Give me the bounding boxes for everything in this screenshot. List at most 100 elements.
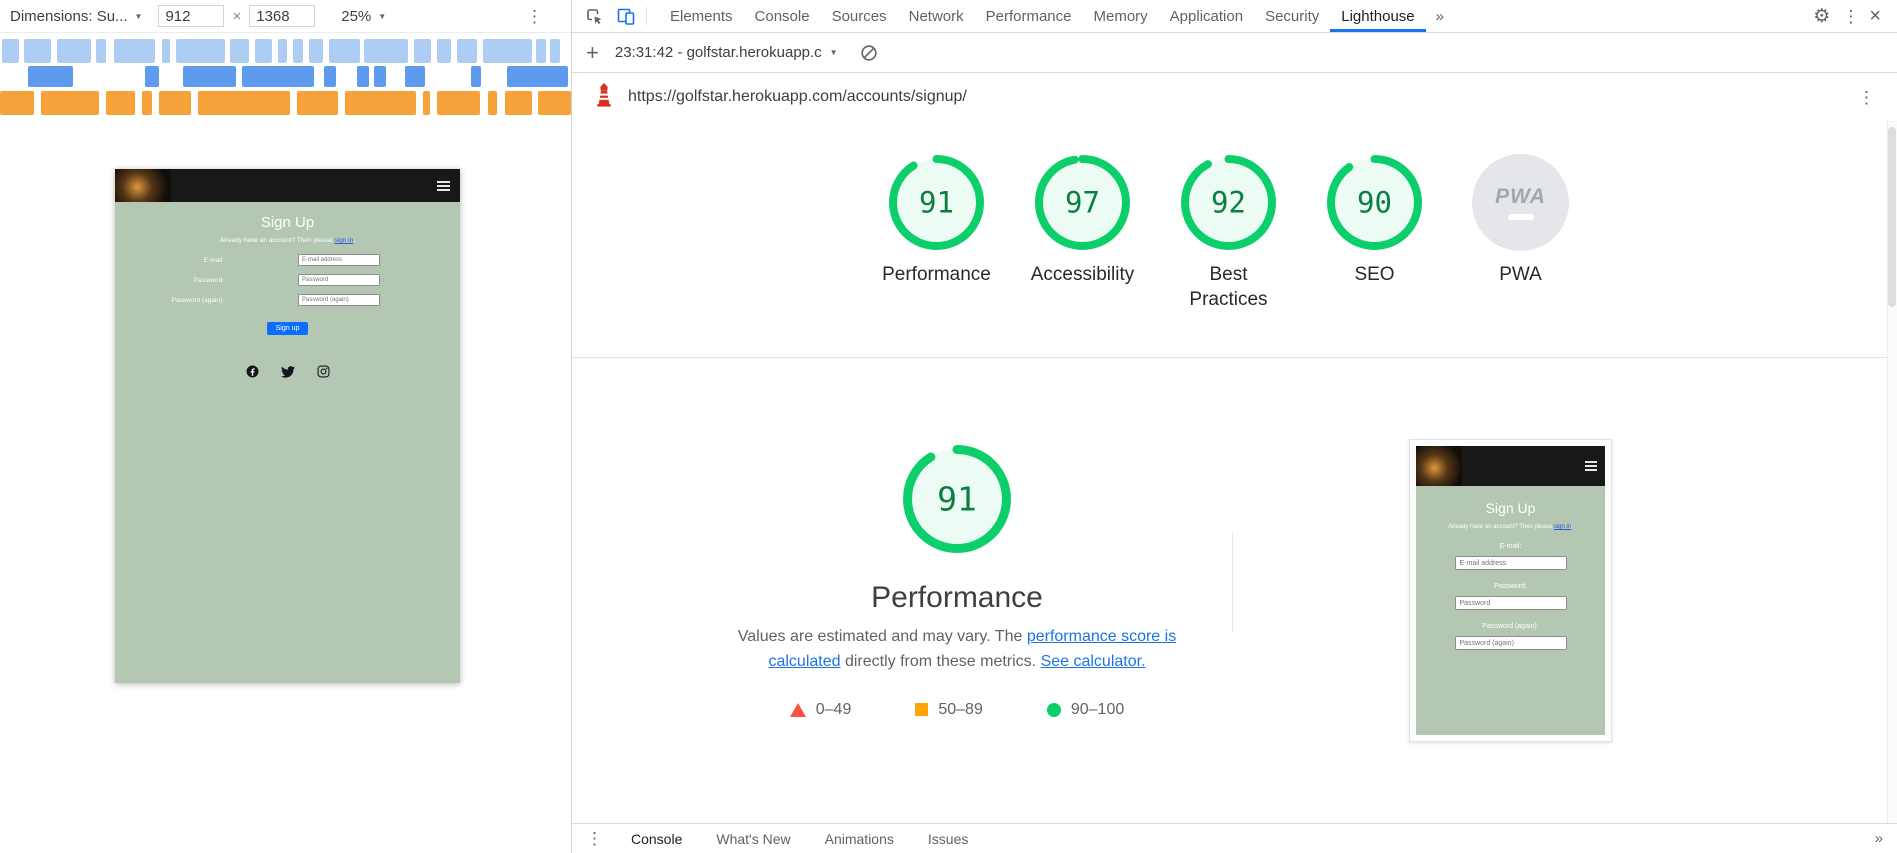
media-query-bar[interactable] [504, 91, 532, 115]
drawer-more-icon[interactable]: » [1871, 830, 1887, 847]
hamburger-menu-icon[interactable] [437, 184, 450, 187]
signin-link[interactable]: sign in [334, 237, 353, 244]
see-calculator-link[interactable]: See calculator. [1041, 653, 1146, 670]
signin-prompt: Already have an account? Then please sig… [115, 237, 460, 244]
password-again--input[interactable]: Password (again) [298, 294, 380, 306]
media-query-bar[interactable] [96, 39, 107, 63]
session-select[interactable]: 23:31:42 - golfstar.herokuapp.c ▼ [615, 44, 838, 61]
tab-console[interactable]: Console [744, 0, 821, 32]
clear-audits-icon[interactable] [854, 44, 884, 62]
media-query-bar[interactable] [538, 91, 571, 115]
performance-score-gauge[interactable]: 91 [902, 444, 1012, 559]
media-query-bar[interactable] [364, 39, 408, 63]
media-query-bar[interactable] [56, 39, 92, 63]
drawer-tab-what-s-new[interactable]: What's New [702, 831, 804, 847]
media-query-bar[interactable] [2, 39, 20, 63]
device-toolbar-menu-icon[interactable]: ⋮ [522, 6, 547, 27]
social-links [115, 365, 460, 378]
pwa-dash-icon [1507, 214, 1534, 220]
tab-application[interactable]: Application [1159, 0, 1254, 32]
tab-lighthouse[interactable]: Lighthouse [1330, 0, 1426, 32]
facebook-icon[interactable] [246, 365, 259, 378]
dimensions-label: Dimensions: Su... [10, 7, 128, 25]
media-query-bar[interactable] [405, 66, 425, 87]
inspect-element-icon[interactable] [578, 6, 610, 26]
media-query-bar[interactable] [374, 66, 386, 87]
media-query-bar[interactable] [293, 39, 304, 63]
media-query-bar[interactable] [113, 39, 155, 63]
brand-photo[interactable] [115, 169, 171, 202]
signup-button[interactable]: Sign up [266, 322, 309, 335]
tab-elements[interactable]: Elements [659, 0, 744, 32]
media-query-bar[interactable] [507, 66, 568, 87]
media-query-bar[interactable] [277, 39, 288, 63]
drawer-tab-animations[interactable]: Animations [811, 831, 908, 847]
media-query-bar[interactable] [536, 39, 546, 63]
instagram-icon[interactable] [317, 365, 330, 378]
emulated-navbar [115, 169, 460, 202]
legend-range-label: 50–89 [938, 700, 983, 718]
media-query-bar[interactable] [241, 66, 315, 87]
category-gauge-performance[interactable]: 91 Performance [877, 154, 997, 312]
media-query-bar[interactable] [487, 91, 498, 115]
media-query-bar[interactable] [550, 39, 561, 63]
width-input[interactable] [158, 5, 225, 27]
media-query-bar[interactable] [457, 39, 477, 63]
scrollbar-thumb[interactable] [1888, 127, 1896, 307]
media-query-bar[interactable] [41, 91, 99, 115]
device-toolbar-toggle-icon[interactable] [610, 6, 642, 26]
drawer-tab-console[interactable]: Console [617, 831, 696, 847]
e-mail--input[interactable]: E-mail address [298, 254, 380, 266]
media-query-bar[interactable] [27, 66, 73, 87]
category-gauge-seo[interactable]: 90 SEO [1315, 154, 1435, 312]
media-query-bar[interactable] [161, 39, 171, 63]
media-query-bar[interactable] [422, 91, 430, 115]
settings-gear-icon[interactable]: ⚙ [1805, 5, 1838, 28]
drawer-tab-issues[interactable]: Issues [914, 831, 982, 847]
media-query-bar[interactable] [254, 39, 272, 63]
category-gauge-pwa[interactable]: PWA PWA [1461, 154, 1581, 312]
pwa-badge: PWA [1472, 154, 1569, 251]
chevron-down-icon: ▼ [378, 11, 387, 21]
media-query-bar[interactable] [345, 91, 416, 115]
devtools-menu-icon[interactable]: ⋮ [1838, 6, 1863, 27]
media-query-bar[interactable] [483, 39, 532, 63]
drawer-menu-icon[interactable]: ⋮ [582, 828, 607, 849]
media-query-bar[interactable] [142, 91, 152, 115]
tab-memory[interactable]: Memory [1083, 0, 1159, 32]
tab-security[interactable]: Security [1254, 0, 1330, 32]
report-scrollbar[interactable] [1887, 121, 1897, 823]
height-input[interactable] [249, 5, 316, 27]
new-audit-button[interactable]: + [586, 41, 599, 64]
media-query-bar[interactable] [183, 66, 237, 87]
tab-network[interactable]: Network [898, 0, 975, 32]
media-query-bar[interactable] [471, 66, 481, 87]
report-menu-icon[interactable]: ⋮ [1854, 87, 1879, 108]
zoom-select[interactable]: 25% ▼ [341, 8, 386, 25]
tab-performance[interactable]: Performance [975, 0, 1083, 32]
media-query-bar[interactable] [176, 39, 225, 63]
media-query-bar[interactable] [296, 91, 339, 115]
twitter-icon[interactable] [280, 365, 295, 378]
password--input[interactable]: Password [298, 274, 380, 286]
more-tabs-icon[interactable]: » [1426, 8, 1454, 25]
media-query-bar[interactable] [159, 91, 191, 115]
tab-sources[interactable]: Sources [821, 0, 898, 32]
category-gauge-best-practices[interactable]: 92 Best Practices [1169, 154, 1289, 312]
media-query-bar[interactable] [229, 39, 249, 63]
media-query-bar[interactable] [436, 91, 481, 115]
media-query-bar[interactable] [357, 66, 370, 87]
media-query-bar[interactable] [198, 91, 291, 115]
dimensions-select[interactable]: Dimensions: Su... ▼ [10, 8, 142, 25]
category-gauge-accessibility[interactable]: 97 Accessibility [1023, 154, 1143, 312]
media-query-bar[interactable] [413, 39, 432, 63]
media-query-bar[interactable] [329, 39, 360, 63]
media-query-bar[interactable] [308, 39, 324, 63]
media-query-bar[interactable] [145, 66, 160, 87]
media-query-bar[interactable] [106, 91, 136, 115]
close-devtools-icon[interactable]: × [1863, 6, 1891, 26]
media-query-bar[interactable] [436, 39, 452, 63]
media-query-bar[interactable] [0, 91, 34, 115]
media-query-bar[interactable] [23, 39, 51, 63]
media-query-bar[interactable] [323, 66, 336, 87]
